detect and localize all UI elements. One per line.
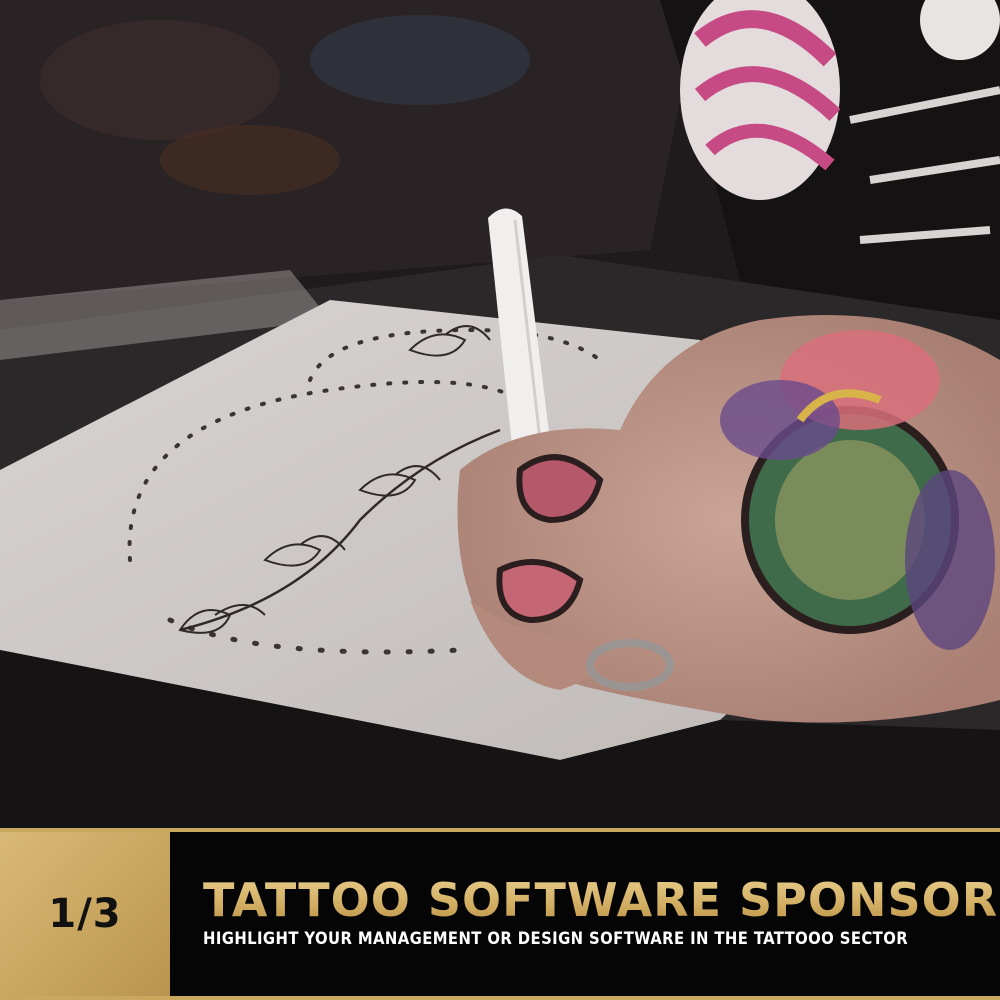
banner-title: TATTOO SOFTWARE SPONSOR: [203, 873, 999, 927]
hero-photo: [0, 0, 1000, 828]
tattoo-tablet-illustration: [0, 0, 1000, 828]
banner-subtitle: HIGHLIGHT YOUR MANAGEMENT OR DESIGN SOFT…: [203, 929, 909, 948]
slide-counter: 1/3: [48, 891, 122, 937]
slide-counter-box: 1/3: [0, 832, 170, 996]
banner-bottom-border: [0, 996, 1000, 1000]
